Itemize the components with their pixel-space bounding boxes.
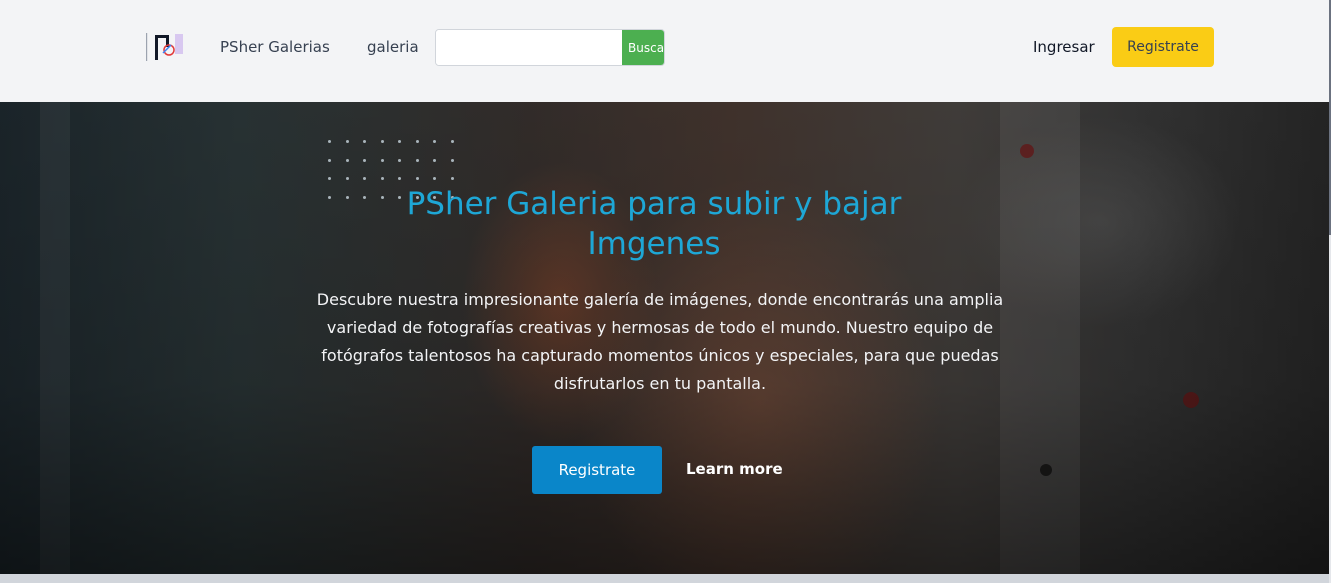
- login-link[interactable]: Ingresar: [1033, 38, 1095, 56]
- hero-title: PSher Galeria para subir y bajar Imgenes: [406, 186, 902, 262]
- hero-register-button[interactable]: Registrate: [532, 446, 662, 494]
- search-form: Buscar: [435, 29, 665, 66]
- hero-section: PSher Galeria para subir y bajar Imgenes…: [0, 102, 1329, 574]
- page: PSher Galerias galeria Buscar Ingresar R…: [0, 0, 1331, 583]
- brand-link[interactable]: PSher Galerias: [220, 38, 330, 56]
- section-divider: [0, 574, 1329, 583]
- nav-link-galeria[interactable]: galeria: [367, 38, 419, 56]
- hero-description: Descubre nuestra impresionante galería d…: [316, 290, 1004, 393]
- psher-logo-icon[interactable]: [145, 31, 185, 63]
- learn-more-link[interactable]: Learn more: [686, 460, 783, 478]
- top-navbar: PSher Galerias galeria Buscar Ingresar R…: [0, 0, 1329, 102]
- search-input[interactable]: [436, 30, 622, 65]
- search-button[interactable]: Buscar: [622, 30, 664, 65]
- register-button[interactable]: Registrate: [1112, 27, 1214, 67]
